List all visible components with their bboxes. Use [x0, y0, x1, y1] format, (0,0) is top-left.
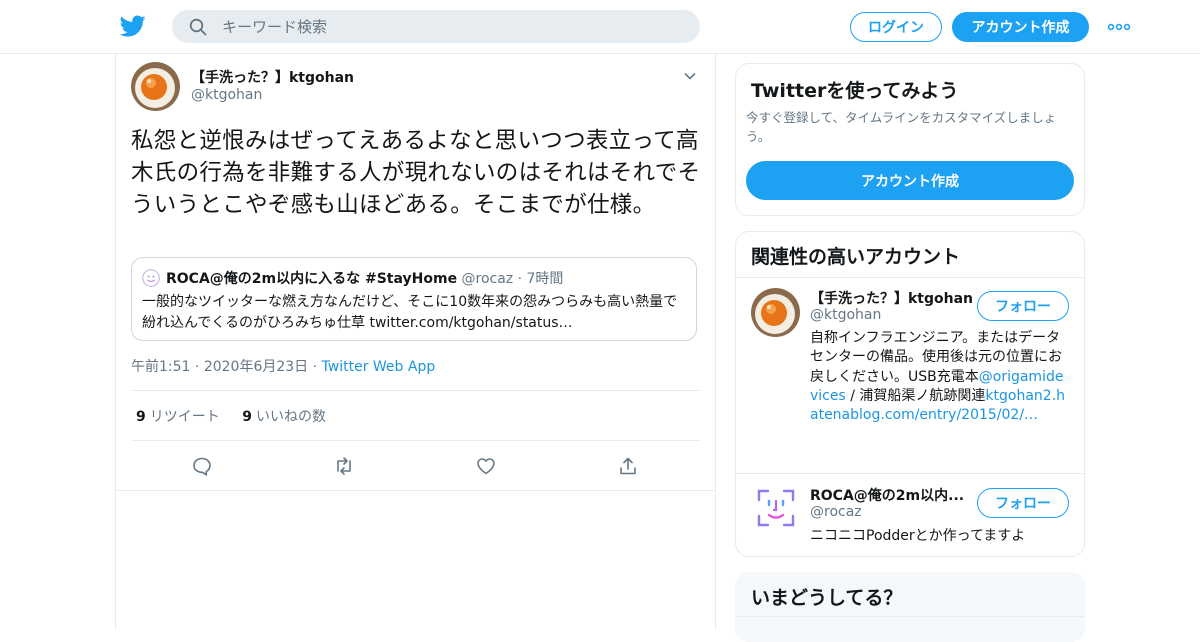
quoted-author-name: ROCA@俺の2m以内に入るな #StayHome	[166, 271, 458, 287]
avatar[interactable]	[751, 288, 800, 337]
quoted-avatar	[142, 269, 160, 287]
tweet-metadata: 午前1:51 · 2020年6月23日 · Twitter Web App	[131, 356, 435, 376]
tweet-time[interactable]: 午前1:51	[131, 359, 190, 375]
tweet-author-name[interactable]: 【手洗った？】ktgohan	[191, 67, 354, 87]
related-accounts-title: 関連性の高いアカウント	[751, 246, 961, 268]
retweet-icon[interactable]	[333, 455, 355, 477]
follow-button[interactable]: フォロー	[977, 291, 1069, 321]
quoted-text: 一般的なツイッターな燃え方なんだけど、そこに10数年来の怨みつらみも高い熱量で紛…	[142, 294, 678, 331]
separator-dot: ·	[517, 271, 527, 287]
follow-button[interactable]: フォロー	[977, 488, 1069, 518]
divider	[131, 440, 700, 441]
reply-icon[interactable]	[191, 455, 213, 477]
signup-button[interactable]: アカウント作成	[952, 12, 1089, 42]
bio-text: / 浦賀船渠ノ航跡関連	[845, 387, 986, 404]
account-bio: 自称インフラエンジニア。またはデータセンターの備品。使用後は元の位置にお戻しくだ…	[810, 329, 1070, 425]
like-count: 9	[242, 409, 252, 425]
trends-title: いまどうしてる？	[751, 587, 903, 609]
like-label: いいねの数	[255, 409, 326, 425]
separator-dot: ·	[308, 359, 322, 375]
separator-dot: ·	[190, 359, 204, 375]
account-handle[interactable]: @ktgohan	[810, 307, 881, 323]
divider	[736, 473, 1084, 474]
signup-card-button[interactable]: アカウント作成	[746, 161, 1074, 200]
divider	[131, 390, 700, 391]
divider	[116, 490, 715, 491]
account-name[interactable]: ROCA@俺の2m以内...	[810, 485, 964, 505]
search-icon	[189, 18, 207, 36]
tweet-author-handle[interactable]: @ktgohan	[191, 87, 262, 103]
like-icon[interactable]	[475, 455, 497, 477]
retweet-label: リツイート	[149, 409, 220, 425]
quoted-tweet[interactable]: ROCA@俺の2m以内に入るな #StayHome @rocaz · 7時間 一…	[131, 257, 697, 341]
trends-card: いまどうしてる？	[735, 572, 1085, 642]
search-input[interactable]	[222, 10, 682, 43]
more-icon[interactable]	[1107, 17, 1131, 37]
search-box[interactable]	[172, 10, 700, 43]
avatar[interactable]	[131, 62, 180, 111]
quoted-header: ROCA@俺の2m以内に入るな #StayHome @rocaz · 7時間	[166, 268, 563, 288]
tweet-text: 私怨と逆恨みはぜってえあるよなと思いつつ表立って高木氏の行為を非難する人が現れな…	[131, 128, 701, 218]
divider	[735, 616, 1085, 617]
account-bio: ニコニコPodderとか作ってますよ	[810, 528, 1026, 544]
login-button[interactable]: ログイン	[850, 12, 942, 42]
retweet-count: 9	[136, 409, 146, 425]
twitter-bird-icon[interactable]	[119, 13, 146, 39]
divider	[736, 277, 1084, 278]
retweet-stat[interactable]: 9 リツイート	[136, 409, 220, 425]
avatar[interactable]	[755, 487, 797, 529]
tweet-date[interactable]: 2020年6月23日	[204, 359, 308, 375]
tweet-stats: 9 リツイート 9 いいねの数	[136, 406, 326, 426]
account-name[interactable]: 【手洗った？】ktgohan	[810, 288, 973, 308]
signup-card: Twitterを使ってみよう 今すぐ登録して、タイムラインをカスタマイズしましょ…	[735, 63, 1085, 216]
tweet-detail-column: 【手洗った？】ktgohan @ktgohan 私怨と逆恨みはぜってえあるよなと…	[115, 53, 716, 630]
signup-card-title: Twitterを使ってみよう	[751, 80, 959, 102]
tweet-source-link[interactable]: Twitter Web App	[322, 359, 436, 375]
top-navigation-bar: ログイン アカウント作成	[0, 0, 1200, 54]
quoted-time: 7時間	[526, 271, 564, 287]
quoted-author-handle: @rocaz	[461, 271, 514, 287]
share-icon[interactable]	[617, 455, 639, 477]
signup-card-subtitle: 今すぐ登録して、タイムラインをカスタマイズしましょう。	[746, 110, 1057, 144]
related-accounts-card: 関連性の高いアカウント 【手洗った？】ktgohan @ktgohan フォロー…	[735, 231, 1085, 557]
account-handle[interactable]: @rocaz	[810, 504, 862, 520]
chevron-down-icon[interactable]	[683, 68, 697, 82]
like-stat[interactable]: 9 いいねの数	[242, 409, 326, 425]
